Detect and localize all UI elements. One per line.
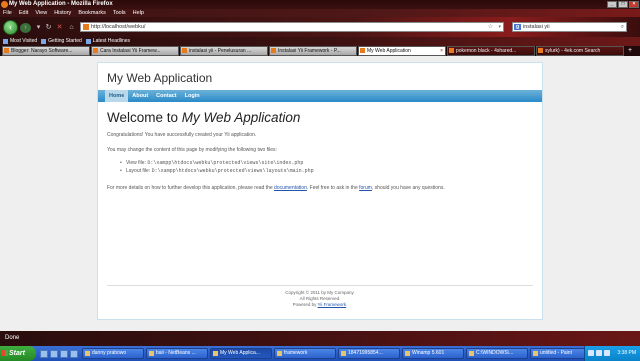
footer-powered: Powered by Yii Framework. xyxy=(292,302,348,307)
tab-favicon xyxy=(271,48,276,53)
home-icon[interactable]: ⌂ xyxy=(67,23,76,32)
site-favicon xyxy=(83,24,89,30)
minimize-button[interactable]: _ xyxy=(607,1,617,8)
tab-instalasi-yii[interactable]: Instalasi Yii Framework - P... xyxy=(269,46,357,56)
navigation-toolbar: ‹ › ▾ ↻ ✕ ⌂ http://localhost/webku/ ☆ ▾ … xyxy=(0,17,640,37)
firefox-icon xyxy=(1,1,8,8)
tray-icon[interactable] xyxy=(604,350,610,356)
menu-history[interactable]: History xyxy=(54,9,71,17)
tab-favicon xyxy=(449,48,454,53)
task-button[interactable]: baii - NetBeans ... xyxy=(146,348,208,359)
browser-viewport: My Web Application Home About Contact Lo… xyxy=(0,56,640,331)
menu-login-link[interactable]: Login xyxy=(181,90,204,102)
url-bar[interactable]: http://localhost/webku/ ☆ ▾ xyxy=(80,22,504,32)
back-button[interactable]: ‹ xyxy=(3,20,18,35)
tab-cara-instalasi[interactable]: Cara Instalasi Yii Framew... xyxy=(91,46,179,56)
tab-instalasi-search[interactable]: instalasi yii - Penelusuran ... xyxy=(180,46,268,56)
task-button[interactable]: danny prabowo xyxy=(82,348,144,359)
maximize-button[interactable]: □ xyxy=(618,1,628,8)
change-instructions: You may change the content of this page … xyxy=(107,147,277,153)
tab-strip: Blogger: Narayo Software... Cara Instala… xyxy=(0,46,640,56)
tab-favicon xyxy=(538,48,543,53)
bookmark-latest-headlines[interactable]: Latest Headlines xyxy=(85,37,130,46)
forum-link[interactable]: forum xyxy=(359,185,372,191)
close-button[interactable]: × xyxy=(629,1,639,8)
google-icon[interactable]: g xyxy=(514,24,521,30)
forward-button[interactable]: › xyxy=(20,23,31,33)
tab-search[interactable]: sylurk) - 4ek.com Search xyxy=(536,46,624,56)
search-text: instalasi yii xyxy=(523,24,550,30)
menu-view[interactable]: View xyxy=(35,9,47,17)
menu-file[interactable]: File xyxy=(3,9,12,17)
bookmark-getting-started[interactable]: Getting Started xyxy=(41,37,82,46)
tab-my-web-application[interactable]: My Web Application × xyxy=(358,46,446,56)
tab-favicon xyxy=(182,48,187,53)
menu-home-link[interactable]: Home xyxy=(105,90,129,102)
reload-icon[interactable]: ↻ xyxy=(44,23,53,32)
tab-blogger[interactable]: Blogger: Narayo Software... xyxy=(2,46,90,56)
page-title: Welcome to My Web Application xyxy=(107,110,301,125)
history-dropdown-icon[interactable]: ▾ xyxy=(34,23,43,32)
page-content: Welcome to My Web Application Congratula… xyxy=(98,102,542,192)
task-button[interactable]: C:\WINDOWS\... xyxy=(466,348,528,359)
tab-favicon xyxy=(360,48,365,53)
menu-about-link[interactable]: About xyxy=(128,90,152,102)
details-text: For more details on how to further devel… xyxy=(107,185,445,191)
quicklaunch-icon[interactable] xyxy=(50,349,58,358)
file-list: View file: D:\xampp\htdocs\webku\protect… xyxy=(107,159,533,175)
yii-page-container: My Web Application Home About Contact Lo… xyxy=(97,62,543,320)
list-item: Layout file: D:\xampp\htdocs\webku\prote… xyxy=(120,167,533,175)
yii-framework-link[interactable]: Yii Framework xyxy=(318,302,347,307)
menu-tools[interactable]: Tools xyxy=(113,9,126,17)
task-button[interactable]: My Web Applica... xyxy=(210,348,272,359)
bookmark-icon xyxy=(3,39,8,44)
tab-close-icon[interactable]: × xyxy=(440,47,443,55)
menu-bookmarks[interactable]: Bookmarks xyxy=(78,9,106,17)
task-button[interactable]: framework xyxy=(274,348,336,359)
system-tray: 3:38 PM xyxy=(584,346,640,361)
tab-pokemon[interactable]: pokemon black - 4shared... xyxy=(447,46,535,56)
menu-help[interactable]: Help xyxy=(133,9,144,17)
quicklaunch-icon[interactable] xyxy=(70,349,78,358)
start-button[interactable]: Start xyxy=(0,346,36,361)
tray-icon[interactable] xyxy=(596,350,602,356)
stop-icon[interactable]: ✕ xyxy=(55,23,64,32)
window-controls: _ □ × xyxy=(607,1,639,8)
clock[interactable]: 3:38 PM xyxy=(617,350,636,356)
status-bar: Done xyxy=(0,331,640,346)
menu-contact-link[interactable]: Contact xyxy=(152,90,180,102)
search-bar[interactable]: g instalasi yii ⌕ xyxy=(512,22,627,32)
site-footer: Copyright © 2011 by My Company. All Righ… xyxy=(107,285,533,308)
tab-favicon xyxy=(4,48,9,53)
quick-launch xyxy=(40,349,78,358)
task-list: danny prabowo baii - NetBeans ... My Web… xyxy=(82,348,592,359)
bookmark-most-visited[interactable]: Most Visited xyxy=(3,37,37,46)
rss-icon xyxy=(85,39,91,44)
bookmark-star-icon[interactable]: ☆ xyxy=(488,23,493,31)
bookmarks-toolbar: Most Visited Getting Started Latest Head… xyxy=(0,37,640,46)
site-logo: My Web Application xyxy=(107,71,213,85)
task-button[interactable]: 18471995854... xyxy=(338,348,400,359)
bookmark-icon xyxy=(41,39,47,44)
menu-bar: File Edit View History Bookmarks Tools H… xyxy=(0,9,640,17)
task-button[interactable]: untitled - Paint xyxy=(530,348,592,359)
tray-icon[interactable] xyxy=(588,350,594,356)
task-button[interactable]: Winamp 5.601 xyxy=(402,348,464,359)
tab-favicon xyxy=(93,48,98,53)
documentation-link[interactable]: documentation xyxy=(274,185,307,191)
main-menu: Home About Contact Login xyxy=(98,90,542,102)
window-title: My Web Application - Mozilla Firefox xyxy=(9,1,113,7)
window-titlebar: My Web Application - Mozilla Firefox _ □… xyxy=(0,0,640,9)
new-tab-button[interactable]: + xyxy=(625,46,635,56)
url-dropdown-icon[interactable]: ▾ xyxy=(498,23,501,31)
menu-edit[interactable]: Edit xyxy=(19,9,28,17)
url-text: http://localhost/webku/ xyxy=(91,24,146,30)
quicklaunch-icon[interactable] xyxy=(60,349,68,358)
search-icon[interactable]: ⌕ xyxy=(621,23,624,31)
list-item: View file: D:\xampp\htdocs\webku\protect… xyxy=(120,159,533,167)
intro-text: Congratulations! You have successfully c… xyxy=(107,132,257,138)
windows-taskbar: Start danny prabowo baii - NetBeans ... … xyxy=(0,346,640,361)
quicklaunch-icon[interactable] xyxy=(40,349,48,358)
